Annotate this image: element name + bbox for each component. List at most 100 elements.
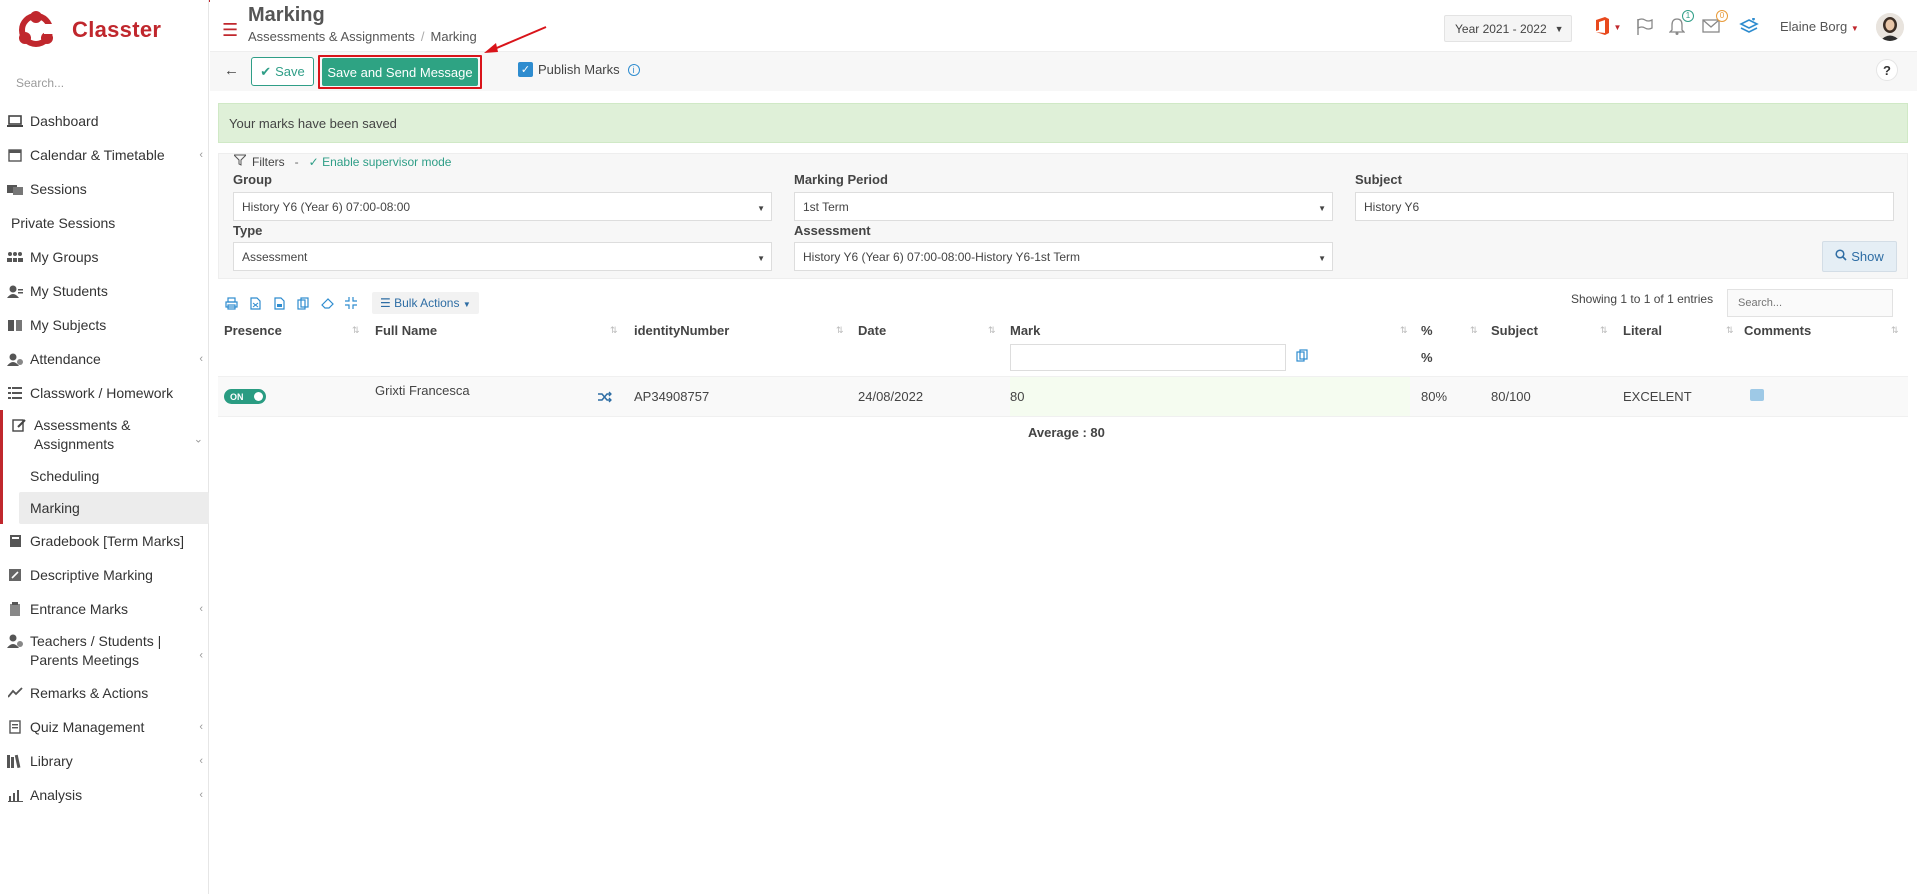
- column-header-full-name[interactable]: Full Name: [375, 323, 437, 338]
- caret-down-icon: ▼: [1613, 22, 1622, 32]
- office-menu[interactable]: ▼: [1593, 16, 1623, 38]
- column-header-presence[interactable]: Presence: [224, 323, 282, 338]
- sidebar-item-quiz[interactable]: Quiz Management ‹: [0, 710, 209, 744]
- column-header-mark[interactable]: Mark: [1010, 323, 1040, 338]
- sidebar-item-label: Remarks & Actions: [30, 685, 149, 701]
- presence-toggle[interactable]: ON: [224, 389, 266, 404]
- sidebar-item-my-students[interactable]: My Students: [0, 274, 209, 308]
- presence-toggle-label: ON: [230, 391, 244, 402]
- sidebar-item-assessments[interactable]: Assessments & Assignments ⌄: [3, 410, 209, 460]
- caret-down-icon: ▼: [1318, 204, 1326, 213]
- messages-envelope[interactable]: 0: [1700, 10, 1728, 38]
- sidebar-item-analysis[interactable]: Analysis ‹: [0, 778, 209, 812]
- sidebar-item-library[interactable]: Library ‹: [0, 744, 209, 778]
- sidebar-nav: Dashboard Calendar & Timetable ‹ Session…: [0, 104, 209, 812]
- logo[interactable]: Classter: [16, 10, 161, 50]
- avatar[interactable]: [1876, 13, 1904, 41]
- column-header-comments[interactable]: Comments: [1744, 323, 1811, 338]
- show-button-label: Show: [1851, 249, 1884, 264]
- sidebar-search-input[interactable]: [8, 72, 198, 94]
- year-select[interactable]: Year 2021 - 2022 ▼: [1444, 15, 1572, 42]
- sort-icon[interactable]: ⇅: [1600, 325, 1607, 336]
- sidebar-item-private-sessions[interactable]: Private Sessions: [0, 206, 209, 240]
- column-header-identity-number[interactable]: identityNumber: [634, 323, 729, 338]
- mark-input[interactable]: 80: [1010, 389, 1024, 404]
- sidebar-item-remarks[interactable]: Remarks & Actions: [0, 676, 209, 710]
- mark-column-filter-input[interactable]: [1010, 344, 1286, 371]
- assessments-group: Assessments & Assignments ⌄ Scheduling M…: [0, 410, 209, 524]
- notifications-bell[interactable]: 1: [1666, 10, 1694, 38]
- info-icon[interactable]: i: [627, 63, 640, 76]
- compress-icon[interactable]: [344, 296, 358, 310]
- copy-to-all-icon[interactable]: [1296, 349, 1308, 365]
- checkbox-checked-icon[interactable]: ✓: [518, 62, 533, 77]
- bulk-actions-dropdown[interactable]: ☰ Bulk Actions ▼: [372, 292, 479, 314]
- sort-icon[interactable]: ⇅: [1726, 325, 1733, 336]
- group-select[interactable]: History Y6 (Year 6) 07:00-08:00 ▼: [233, 192, 772, 221]
- sort-icon[interactable]: ⇅: [988, 325, 995, 336]
- copy-icon[interactable]: [296, 296, 310, 310]
- assessment-select[interactable]: History Y6 (Year 6) 07:00-08:00-History …: [794, 242, 1333, 271]
- help-button[interactable]: ?: [1876, 59, 1898, 81]
- menu-toggle-icon[interactable]: ☰: [222, 20, 238, 41]
- sidebar-subitem-scheduling[interactable]: Scheduling: [3, 460, 209, 492]
- sidebar-item-my-subjects[interactable]: My Subjects: [0, 308, 209, 342]
- flag-icon[interactable]: [1634, 16, 1656, 38]
- sidebar-item-label: Library: [30, 753, 73, 769]
- sort-icon[interactable]: ⇅: [1400, 325, 1407, 336]
- sidebar-item-label: Attendance: [30, 351, 101, 367]
- sidebar-item-calendar[interactable]: Calendar & Timetable ‹: [0, 138, 209, 172]
- sort-icon[interactable]: ⇅: [1470, 325, 1477, 336]
- comment-icon[interactable]: [1750, 389, 1764, 401]
- eraser-icon[interactable]: [320, 296, 334, 310]
- mark-literal: EXCELENT: [1623, 389, 1692, 404]
- save-button[interactable]: ✔ Save: [251, 57, 314, 86]
- breadcrumb: Assessments & Assignments / Marking: [248, 29, 477, 44]
- export-pdf-icon[interactable]: [272, 296, 286, 310]
- sidebar-item-label: Descriptive Marking: [30, 567, 153, 583]
- column-header-subject[interactable]: Subject: [1491, 323, 1538, 338]
- export-excel-icon[interactable]: [248, 296, 262, 310]
- search-icon: [1835, 249, 1847, 264]
- sort-icon[interactable]: ⇅: [1891, 325, 1898, 336]
- caret-down-icon: ▼: [462, 300, 471, 309]
- user-menu[interactable]: Elaine Borg ▼: [1780, 19, 1859, 34]
- user-name: Elaine Borg: [1780, 19, 1848, 34]
- column-header-date[interactable]: Date: [858, 323, 886, 338]
- messages-badge: 0: [1716, 10, 1728, 22]
- shuffle-icon[interactable]: [598, 391, 612, 406]
- sidebar-subitem-marking[interactable]: Marking: [19, 492, 209, 524]
- save-and-send-message-button[interactable]: Save and Send Message: [322, 58, 478, 86]
- type-select[interactable]: Assessment ▼: [233, 242, 772, 271]
- marking-period-select[interactable]: 1st Term ▼: [794, 192, 1333, 221]
- sidebar-item-label: Private Sessions: [11, 215, 116, 231]
- sidebar-item-meetings[interactable]: Teachers / Students | Parents Meetings ‹: [0, 626, 209, 676]
- layers-icon[interactable]: [1738, 16, 1760, 38]
- toggle-knob: [254, 392, 263, 401]
- sidebar-item-descriptive-marking[interactable]: Descriptive Marking: [0, 558, 209, 592]
- sidebar-item-gradebook[interactable]: Gradebook [Term Marks]: [0, 524, 209, 558]
- sort-icon[interactable]: ⇅: [836, 325, 843, 336]
- assessment-select-value: History Y6 (Year 6) 07:00-08:00-History …: [803, 249, 1081, 264]
- column-header-percent[interactable]: %: [1421, 323, 1433, 338]
- sort-icon[interactable]: ⇅: [352, 325, 359, 336]
- subject-select[interactable]: History Y6: [1355, 192, 1894, 221]
- sidebar-item-classwork[interactable]: Classwork / Homework: [0, 376, 209, 410]
- show-button[interactable]: Show: [1822, 241, 1897, 272]
- back-arrow-icon[interactable]: ←: [224, 62, 239, 79]
- filters-panel: Filters - ✓ Enable supervisor mode Group…: [218, 153, 1908, 279]
- column-header-literal[interactable]: Literal: [1623, 323, 1662, 338]
- table-search-input[interactable]: [1727, 289, 1893, 317]
- subject-label: Subject: [1355, 172, 1402, 187]
- sidebar-item-dashboard[interactable]: Dashboard: [0, 104, 209, 138]
- sidebar-item-attendance[interactable]: Attendance ‹: [0, 342, 209, 376]
- publish-marks-checkbox[interactable]: ✓ Publish Marks i: [518, 62, 640, 77]
- breadcrumb-item[interactable]: Assessments & Assignments: [248, 29, 415, 44]
- sidebar-item-my-groups[interactable]: My Groups: [0, 240, 209, 274]
- sidebar-item-sessions[interactable]: Sessions: [0, 172, 209, 206]
- sort-icon[interactable]: ⇅: [610, 325, 617, 336]
- sidebar-item-entrance-marks[interactable]: Entrance Marks ‹: [0, 592, 209, 626]
- classter-logo-icon: [16, 10, 56, 50]
- enable-supervisor-mode-link[interactable]: ✓ Enable supervisor mode: [309, 155, 452, 169]
- print-icon[interactable]: [224, 296, 238, 310]
